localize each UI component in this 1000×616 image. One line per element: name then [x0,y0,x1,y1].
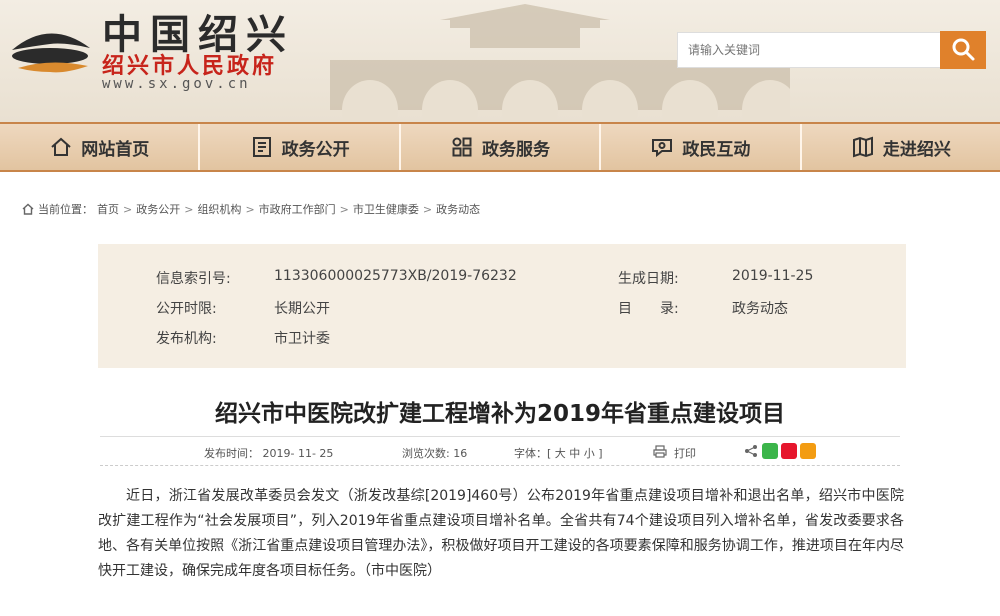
breadcrumb-link[interactable]: 首页 [97,201,119,217]
breadcrumb-separator: > [184,202,194,216]
article-title: 绍兴市中医院改扩建工程增补为2019年省重点建设项目 [214,401,785,427]
home-icon [22,203,34,215]
weibo-icon[interactable] [781,443,797,459]
document-icon [252,137,271,157]
nav-item-label: 政民互动 [682,139,751,160]
org-label: 发布机构: [156,331,217,347]
view-count: 浏览次数: 16 [402,447,468,460]
site-header: 中国绍兴 绍兴市人民政府 www.sx.gov.cn [0,0,1000,122]
nav-item-label: 政务服务 [482,139,551,160]
period-value: 长期公开 [274,301,330,317]
nav-item-home[interactable]: 网站首页 [0,124,201,170]
nav-item-label: 网站首页 [81,139,150,160]
breadcrumb-link[interactable]: 政务动态 [436,201,480,217]
nav-item-gov-affairs[interactable]: 政务公开 [200,124,401,170]
search-icon [952,38,975,60]
date-label: 生成日期: [618,271,679,287]
logo-icon [12,33,90,73]
nav-item-interaction[interactable]: 政民互动 [601,124,802,170]
nav-item-label: 走进绍兴 [882,139,951,160]
date-value: 2019-11-25 [732,268,814,284]
font-size-control[interactable]: 字体：[ 大 中 小 ] [514,445,603,461]
nav-item-gov-services[interactable]: 政务服务 [401,124,602,170]
share-buttons [743,443,816,459]
breadcrumb-separator: > [339,202,349,216]
breadcrumb-separator: > [422,202,433,216]
breadcrumb-link[interactable]: 市卫生健康委 [353,201,419,217]
wechat-icon[interactable] [762,443,778,459]
catalog-value: 政务动态 [732,301,788,317]
print-icon[interactable] [653,445,667,458]
publish-time: 发布时间： 2019- 11- 25 [204,447,334,460]
period-label: 公开时限: [156,301,217,317]
main-nav: 网站首页 政务公开 政务服务 政民互动 走进绍兴 [0,122,1000,172]
breadcrumb-link[interactable]: 市政府工作部门 [259,201,336,217]
grid-icon [452,137,472,157]
print-button[interactable]: 打印 [674,445,696,461]
nav-item-label: 政务公开 [281,139,350,160]
article-meta-bar: 发布时间： 2019- 11- 25 浏览次数: 16 字体：[ 大 中 小 ]… [100,436,900,466]
breadcrumb-separator: > [123,202,133,216]
breadcrumb-prefix: 当前位置： [38,203,93,216]
search-button[interactable] [940,31,986,69]
home-icon [51,137,71,156]
document-info-box: 信息索引号: 113306000025773XB/2019-76232 生成日期… [98,244,906,368]
search-input[interactable] [677,32,941,68]
index-label: 信息索引号: [156,271,231,287]
catalog-label: 目 录: [618,301,679,317]
breadcrumb-link[interactable]: 组织机构 [197,201,241,217]
breadcrumb-link[interactable]: 政务公开 [136,201,180,217]
breadcrumb: 当前位置： 首页 > 政务公开 > 组织机构 > 市政府工作部门 > 市卫生健康… [22,201,480,217]
nav-item-about-shaoxing[interactable]: 走进绍兴 [802,124,1000,170]
more-share-icon[interactable] [800,443,816,459]
site-url: www.sx.gov.cn [102,76,251,92]
index-value: 113306000025773XB/2019-76232 [274,268,517,284]
org-value: 市卫计委 [274,331,330,347]
chat-icon [652,139,673,158]
map-icon [852,136,873,158]
share-icon[interactable] [743,443,759,459]
article-body: 近日，浙江省发展改革委员会发文（浙发改基综[2019]460号）公布2019年省… [98,488,904,579]
breadcrumb-separator: > [245,202,255,216]
